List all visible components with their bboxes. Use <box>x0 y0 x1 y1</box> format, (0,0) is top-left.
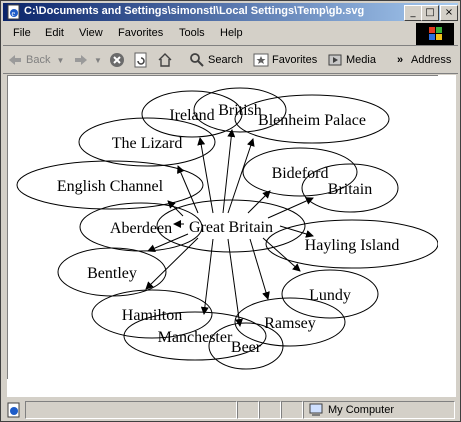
node-hamilton: Hamilton <box>122 307 182 324</box>
node-ireland: Ireland <box>169 107 214 124</box>
page-loaded-icon <box>7 402 20 418</box>
menu-tools[interactable]: Tools <box>179 27 205 39</box>
right-gutter <box>438 75 456 379</box>
node-blenheim-palace: Blenheim Palace <box>258 112 366 129</box>
node-hayling-island: Hayling Island <box>305 237 400 254</box>
close-button[interactable]: × <box>440 5 458 21</box>
menu-view[interactable]: View <box>79 27 103 39</box>
forward-dropdown-icon[interactable]: ▼ <box>94 56 102 65</box>
status-text-cell <box>25 401 237 419</box>
search-button[interactable]: Search <box>189 51 243 69</box>
node-beer: Beer <box>231 339 262 356</box>
media-icon <box>328 54 342 66</box>
media-label: Media <box>346 54 376 66</box>
status-block-cell <box>281 401 303 419</box>
status-zone-cell: My Computer <box>303 401 455 419</box>
standard-toolbar: Back ▼ ▼ Search Favorites Media » Addres… <box>3 47 458 74</box>
forward-arrow-icon <box>75 55 87 65</box>
node-great-britain: Great Britain <box>189 219 273 236</box>
node-ramsey: Ramsey <box>264 315 316 332</box>
toolbar-overflow-chevron[interactable]: » <box>397 51 403 69</box>
stop-icon <box>110 53 124 67</box>
graph-canvas: Great Britain Ireland British Blenheim P… <box>16 87 439 370</box>
refresh-icon <box>134 52 147 68</box>
back-dropdown-icon[interactable]: ▼ <box>56 56 64 65</box>
favorites-star-icon <box>253 53 269 67</box>
browser-window: e C:\Documents and Settings\simonstl\Loc… <box>0 0 461 422</box>
favorites-label: Favorites <box>272 54 318 66</box>
search-icon <box>190 53 204 67</box>
minimize-button[interactable]: _ <box>404 5 422 21</box>
ie-page-icon: e <box>7 4 20 20</box>
node-manchester: Manchester <box>158 329 233 346</box>
status-zone-label: My Computer <box>328 404 395 416</box>
status-progress-cell <box>237 401 259 419</box>
menu-help[interactable]: Help <box>220 27 243 39</box>
media-button[interactable]: Media <box>327 51 376 69</box>
node-english-channel: English Channel <box>57 178 164 195</box>
bottom-gutter <box>7 379 456 397</box>
title-bar[interactable]: e C:\Documents and Settings\simonstl\Loc… <box>3 3 458 21</box>
favorites-button[interactable]: Favorites <box>253 51 317 69</box>
forward-button[interactable]: ▼ <box>73 51 102 69</box>
address-label[interactable]: Address <box>411 51 451 69</box>
menu-favorites[interactable]: Favorites <box>118 27 163 39</box>
menu-edit[interactable]: Edit <box>45 27 64 39</box>
back-arrow-icon <box>9 55 21 65</box>
refresh-button[interactable] <box>133 51 152 69</box>
menu-bar: File Edit View Favorites Tools Help <box>3 23 458 46</box>
stop-button[interactable] <box>109 51 128 69</box>
search-label: Search <box>208 54 243 66</box>
node-the-lizard: The Lizard <box>112 135 183 152</box>
windows-logo-icon <box>416 23 454 45</box>
maximize-button[interactable]: □ <box>421 5 439 21</box>
node-bideford: Bideford <box>272 165 329 182</box>
svg-viewport: Great Britain Ireland British Blenheim P… <box>7 75 439 380</box>
status-lock-cell <box>259 401 281 419</box>
menu-file[interactable]: File <box>13 27 31 39</box>
node-aberdeen: Aberdeen <box>110 220 172 237</box>
svg-text:e: e <box>12 9 16 18</box>
home-icon <box>158 53 172 67</box>
back-button[interactable]: Back ▼ <box>7 51 64 69</box>
node-britain: Britain <box>328 181 372 198</box>
back-label: Back <box>26 54 51 66</box>
node-lundy: Lundy <box>309 287 351 304</box>
my-computer-icon <box>309 403 323 416</box>
node-british: British <box>218 102 262 119</box>
status-bar: My Computer <box>3 399 458 419</box>
home-button[interactable] <box>157 51 176 69</box>
window-title: C:\Documents and Settings\simonstl\Local… <box>24 5 365 17</box>
node-bentley: Bentley <box>87 265 137 282</box>
